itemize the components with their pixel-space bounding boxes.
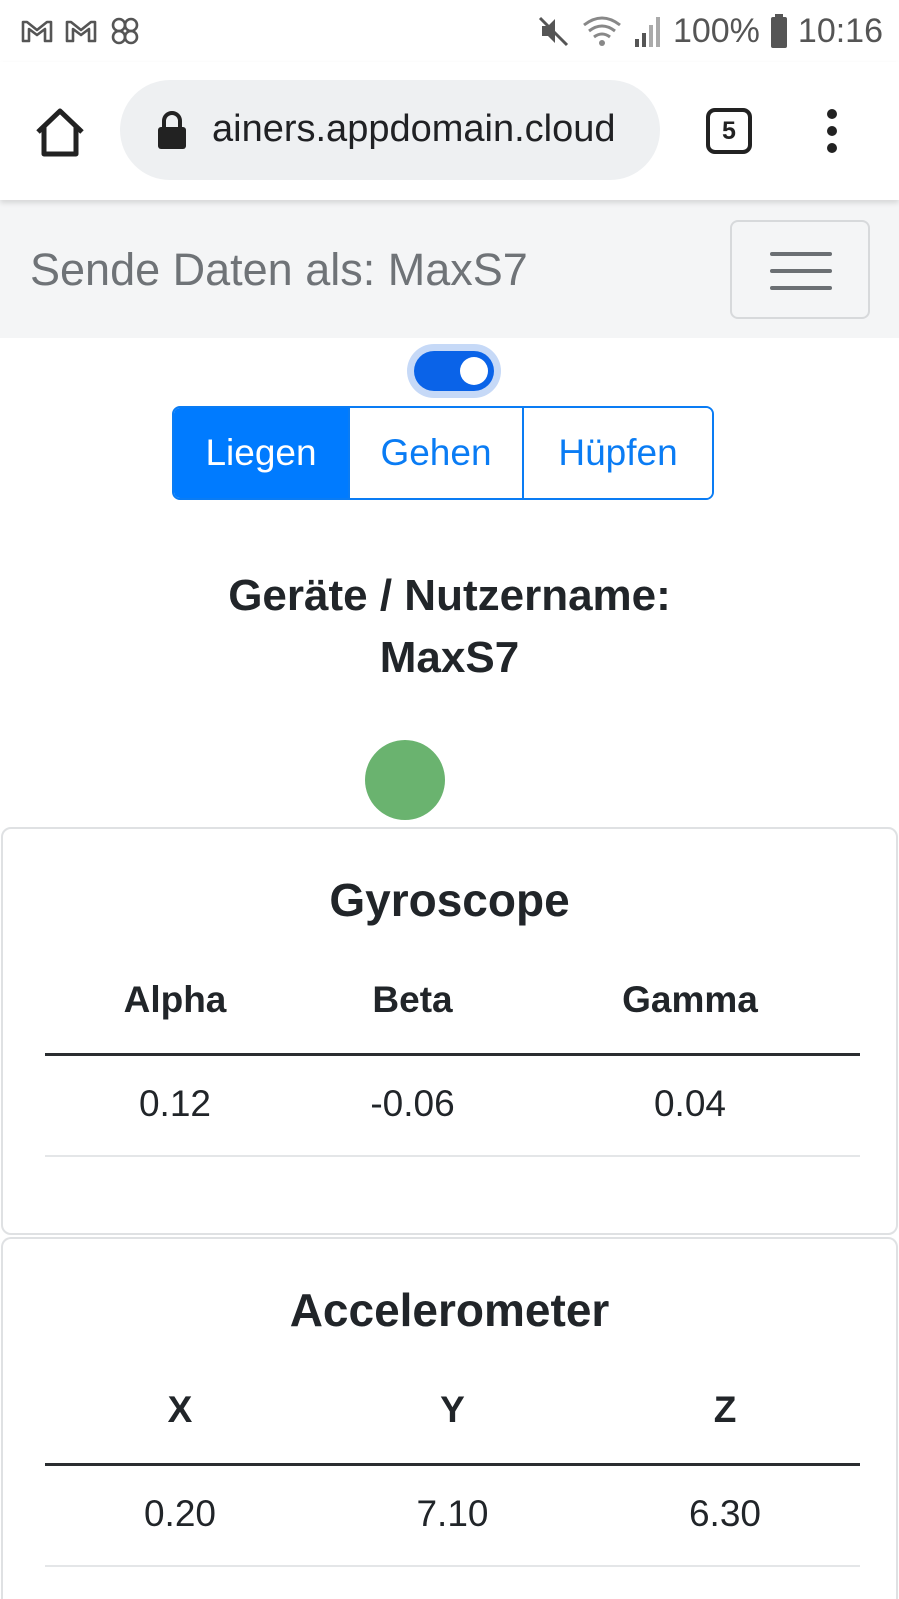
device-label: Geräte / Nutzername:	[228, 571, 671, 620]
accelerometer-title: Accelerometer	[289, 1284, 610, 1336]
device-name: MaxS7	[379, 633, 520, 682]
toggle-track	[414, 351, 494, 391]
device-heading: Geräte / Nutzername: MaxS7	[0, 565, 899, 689]
accelerometer-header-y: Y	[440, 1389, 465, 1430]
gyroscope-value-beta: -0.06	[370, 1083, 455, 1124]
table-row-divider	[45, 1155, 860, 1157]
gmail-icon	[65, 20, 97, 43]
activity-button-huepfen[interactable]: Hüpfen	[524, 408, 712, 498]
gyroscope-value-gamma: 0.04	[653, 1083, 726, 1124]
activity-button-liegen[interactable]: Liegen	[174, 408, 350, 498]
gmail-icon	[21, 20, 53, 43]
home-icon[interactable]	[30, 102, 90, 162]
activity-button-gehen[interactable]: Gehen	[350, 408, 524, 498]
accelerometer-header-z: Z	[713, 1389, 737, 1430]
pinwheel-icon	[111, 17, 139, 45]
gyroscope-card: Gyroscope Alpha Beta Gamma 0.12 -0.06 0.…	[1, 827, 898, 1235]
activity-button-group: Liegen Gehen Hüpfen	[172, 406, 714, 500]
accelerometer-header-x: X	[167, 1389, 193, 1430]
notification-icons	[20, 14, 142, 48]
accelerometer-card: Accelerometer X Y Z 0.20 7.10 6.30	[1, 1237, 898, 1599]
toggle-knob	[460, 357, 488, 385]
table-row-divider	[45, 1565, 860, 1567]
mute-icon	[538, 16, 568, 47]
accelerometer-value-x: 0.20	[143, 1493, 216, 1534]
table-header-divider	[45, 1053, 860, 1056]
table-header-divider	[45, 1463, 860, 1466]
menu-toggle-button[interactable]	[730, 220, 870, 319]
send-data-toggle[interactable]	[407, 344, 501, 398]
connection-status-dot	[365, 740, 445, 820]
hamburger-icon-bar	[770, 286, 832, 290]
lock-icon	[158, 111, 186, 149]
url-text: ainers.appdomain.cloud	[212, 108, 616, 150]
gyroscope-header-alpha: Alpha	[123, 979, 227, 1020]
hamburger-icon-bar	[770, 269, 832, 273]
gyroscope-table: Alpha Beta Gamma 0.12 -0.06 0.04	[45, 979, 860, 1159]
status-bar: 100% 10:16	[0, 0, 899, 62]
clock: 10:16	[797, 11, 883, 50]
signal-icon	[634, 17, 660, 47]
navbar-brand[interactable]: Sende Daten als: MaxS7	[30, 244, 528, 296]
battery-percent: 100%	[672, 11, 760, 50]
more-options-icon[interactable]	[812, 106, 852, 156]
tab-switcher-button[interactable]: 5	[706, 108, 752, 154]
browser-toolbar: ainers.appdomain.cloud 5	[0, 62, 899, 200]
hamburger-icon	[770, 252, 832, 256]
gyroscope-title: Gyroscope	[329, 874, 570, 926]
accelerometer-table: X Y Z 0.20 7.10 6.30	[45, 1389, 860, 1569]
gyroscope-header-beta: Beta	[372, 979, 453, 1020]
gyroscope-header-gamma: Gamma	[622, 979, 758, 1020]
app-navbar: Sende Daten als: MaxS7	[0, 200, 899, 338]
gyroscope-value-alpha: 0.12	[138, 1083, 211, 1124]
address-bar[interactable]: ainers.appdomain.cloud	[120, 80, 660, 180]
system-status: 100% 10:16	[537, 8, 883, 54]
accelerometer-value-y: 7.10	[416, 1493, 489, 1534]
accelerometer-value-z: 6.30	[688, 1493, 761, 1534]
battery-icon	[770, 14, 787, 48]
wifi-icon	[583, 16, 621, 46]
